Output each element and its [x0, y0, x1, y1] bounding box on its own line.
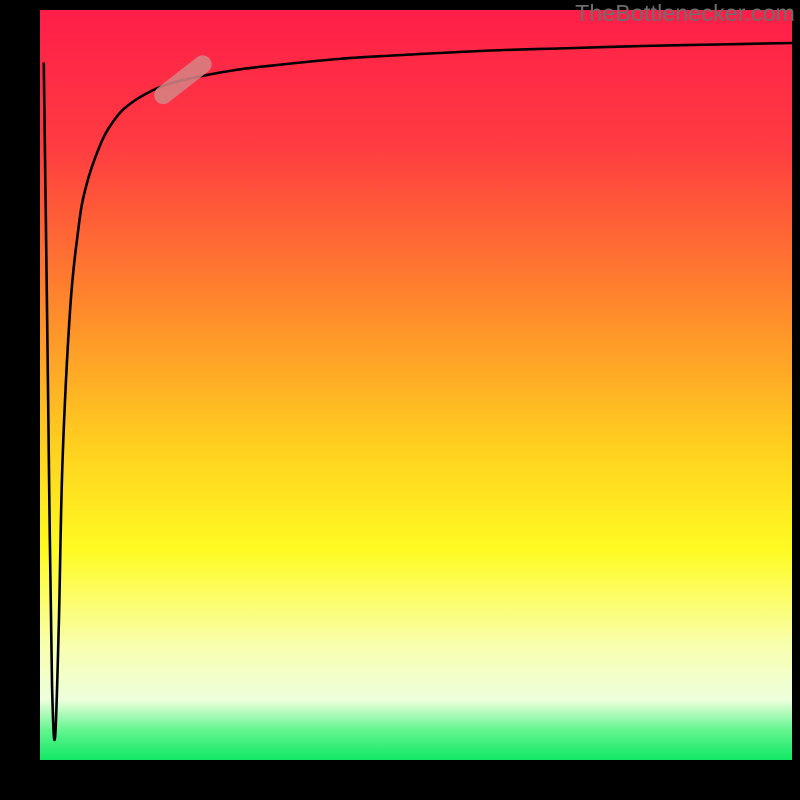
- curve-highlight-marker: [151, 52, 216, 108]
- chart-stage: TheBottlenecker.com: [0, 0, 800, 800]
- chart-curve-layer: [0, 0, 800, 800]
- watermark-label: TheBottlenecker.com: [575, 0, 795, 27]
- bottleneck-curve: [44, 43, 792, 740]
